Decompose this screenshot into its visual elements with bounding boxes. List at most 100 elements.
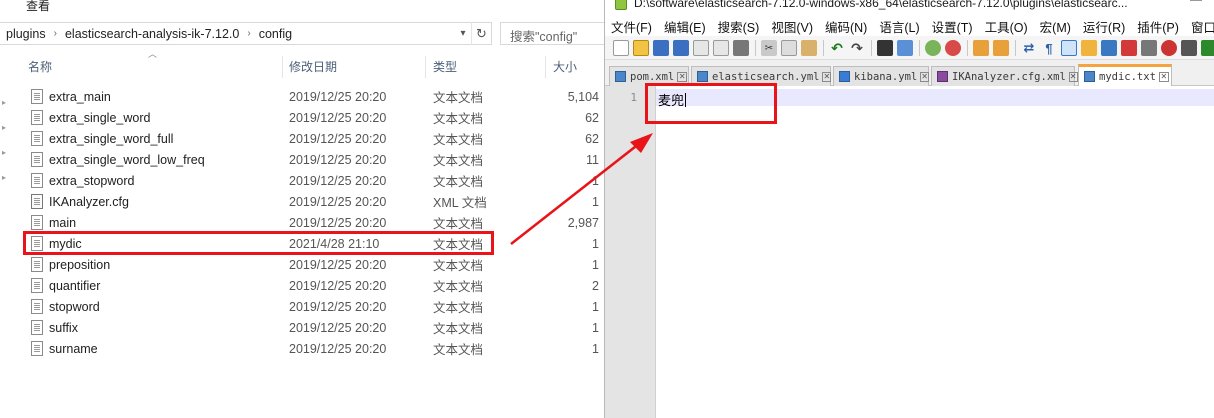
address-bar[interactable]: plugins › elasticsearch-analysis-ik-7.12…: [0, 22, 492, 45]
breadcrumb-ik-plugin[interactable]: elasticsearch-analysis-ik-7.12.0: [59, 27, 245, 41]
column-header-date[interactable]: 修改日期: [289, 52, 337, 80]
menu-search[interactable]: 搜索(S): [712, 17, 766, 36]
column-header-type[interactable]: 类型: [433, 52, 457, 80]
menu-plugins[interactable]: 插件(P): [1131, 17, 1185, 36]
editor-area[interactable]: 1 麦兜: [605, 86, 1214, 418]
file-name: extra_single_word_low_freq: [49, 152, 205, 167]
menu-tools[interactable]: 工具(O): [979, 17, 1034, 36]
open-file-icon[interactable]: [633, 40, 649, 56]
file-row[interactable]: preposition 2019/12/25 20:20 文本文档 1: [24, 254, 606, 275]
copy-icon[interactable]: [781, 40, 797, 56]
close-all-icon[interactable]: [713, 40, 729, 56]
save-icon[interactable]: [653, 40, 669, 56]
nav-expand-icon[interactable]: ▸: [2, 173, 8, 182]
breadcrumb-separator-icon[interactable]: ›: [52, 28, 59, 39]
minimize-button[interactable]: —: [1190, 0, 1202, 6]
indent-guide-icon[interactable]: [1061, 40, 1077, 56]
cut-icon[interactable]: ✂: [761, 40, 777, 56]
file-row[interactable]: extra_stopword 2019/12/25 20:20 文本文档 1: [24, 170, 606, 191]
column-divider[interactable]: [425, 56, 426, 78]
close-icon[interactable]: ✕: [822, 71, 832, 82]
file-row[interactable]: surname 2019/12/25 20:20 文本文档 1: [24, 338, 606, 359]
tab-kibana-yml[interactable]: kibana.yml ✕: [833, 66, 929, 86]
doc-map-icon[interactable]: [1101, 40, 1117, 56]
menu-macro[interactable]: 宏(M): [1034, 17, 1077, 36]
menu-encoding[interactable]: 编码(N): [819, 17, 873, 36]
file-row[interactable]: main 2019/12/25 20:20 文本文档 2,987: [24, 212, 606, 233]
undo-icon[interactable]: ↶: [829, 40, 845, 56]
refresh-icon[interactable]: ↻: [471, 22, 491, 45]
file-row[interactable]: suffix 2019/12/25 20:20 文本文档 1: [24, 317, 606, 338]
zoom-out-icon[interactable]: [945, 40, 961, 56]
file-modified: 2021/4/28 21:10: [289, 236, 380, 251]
menu-run[interactable]: 运行(R): [1077, 17, 1131, 36]
tab-elasticsearch-yml[interactable]: elasticsearch.yml ✕: [691, 66, 832, 86]
record-macro-icon[interactable]: [1161, 40, 1177, 56]
folder-workspace-icon[interactable]: [1141, 40, 1157, 56]
show-all-chars-icon[interactable]: ¶: [1041, 40, 1057, 56]
close-icon[interactable]: ✕: [677, 71, 688, 82]
file-row[interactable]: stopword 2019/12/25 20:20 文本文档 1: [24, 296, 606, 317]
new-file-icon[interactable]: [613, 40, 629, 56]
file-row[interactable]: extra_main 2019/12/25 20:20 文本文档 5,104: [24, 86, 606, 107]
print-icon[interactable]: [733, 40, 749, 56]
xml-file-icon: [31, 194, 43, 209]
file-row[interactable]: extra_single_word 2019/12/25 20:20 文本文档 …: [24, 107, 606, 128]
text-file-icon: [31, 236, 43, 251]
zoom-in-icon[interactable]: [925, 40, 941, 56]
breadcrumb-separator-icon[interactable]: ›: [245, 28, 252, 39]
redo-icon[interactable]: ↷: [849, 40, 865, 56]
search-input[interactable]: 搜索"config": [500, 22, 606, 45]
file-row[interactable]: extra_single_word_low_freq 2019/12/25 20…: [24, 149, 606, 170]
tab-mydic-txt[interactable]: mydic.txt ✕: [1078, 64, 1172, 86]
breadcrumb-plugins[interactable]: plugins: [0, 27, 52, 41]
close-icon[interactable]: ✕: [920, 71, 929, 82]
nav-expand-icon[interactable]: ▸: [2, 148, 8, 157]
paste-icon[interactable]: [801, 40, 817, 56]
breadcrumb-config[interactable]: config: [253, 27, 298, 41]
tab-ikanalyzer-cfg-xml[interactable]: IKAnalyzer.cfg.xml ✕: [931, 66, 1078, 86]
file-row[interactable]: IKAnalyzer.cfg 2019/12/25 20:20 XML 文档 1: [24, 191, 606, 212]
function-list-icon[interactable]: [1121, 40, 1137, 56]
file-name: stopword: [49, 299, 100, 314]
menu-window[interactable]: 窗口: [1185, 17, 1214, 36]
ribbon-tab-view[interactable]: 查看: [26, 0, 50, 14]
chevron-down-icon[interactable]: ▾: [455, 22, 471, 45]
menu-view[interactable]: 视图(V): [765, 17, 819, 36]
file-size: 2,987: [567, 215, 599, 230]
file-row[interactable]: quantifier 2019/12/25 20:20 文本文档 2: [24, 275, 606, 296]
menu-file[interactable]: 文件(F): [605, 17, 658, 36]
menu-language[interactable]: 语言(L): [873, 17, 925, 36]
udl-icon[interactable]: [1081, 40, 1097, 56]
column-header-name[interactable]: 名称: [28, 52, 52, 80]
tab-label: elasticsearch.yml: [712, 70, 820, 83]
file-row[interactable]: extra_single_word_full 2019/12/25 20:20 …: [24, 128, 606, 149]
close-icon[interactable]: ✕: [1158, 71, 1169, 82]
word-wrap-icon[interactable]: ⇄: [1021, 40, 1037, 56]
file-row-mydic[interactable]: mydic 2021/4/28 21:10 文本文档 1: [24, 233, 606, 254]
column-divider[interactable]: [282, 56, 283, 78]
sync-horizontal-icon[interactable]: [993, 40, 1009, 56]
menu-edit[interactable]: 编辑(E): [658, 17, 712, 36]
editor-text[interactable]: 麦兜: [658, 93, 684, 108]
file-size: 1: [592, 194, 599, 209]
editor-line-1[interactable]: 麦兜: [658, 90, 687, 109]
close-file-icon[interactable]: [693, 40, 709, 56]
sync-vertical-icon[interactable]: [973, 40, 989, 56]
close-icon[interactable]: ✕: [1068, 71, 1078, 82]
column-divider[interactable]: [545, 56, 546, 78]
save-all-icon[interactable]: [673, 40, 689, 56]
notepad-plus-plus-window: D:\software\elasticsearch-7.12.0-windows…: [604, 0, 1214, 418]
nav-expand-icon[interactable]: ▸: [2, 123, 8, 132]
column-header-size[interactable]: 大小: [553, 52, 577, 80]
text-file-icon: [31, 278, 43, 293]
replace-icon[interactable]: [897, 40, 913, 56]
play-macro-icon[interactable]: [1201, 40, 1214, 56]
tab-pom-xml[interactable]: pom.xml ✕: [609, 66, 689, 86]
file-size: 62: [585, 110, 599, 125]
tab-label: pom.xml: [630, 70, 675, 83]
menu-settings[interactable]: 设置(T): [926, 17, 979, 36]
find-icon[interactable]: [877, 40, 893, 56]
stop-macro-icon[interactable]: [1181, 40, 1197, 56]
nav-expand-icon[interactable]: ▸: [2, 98, 8, 107]
